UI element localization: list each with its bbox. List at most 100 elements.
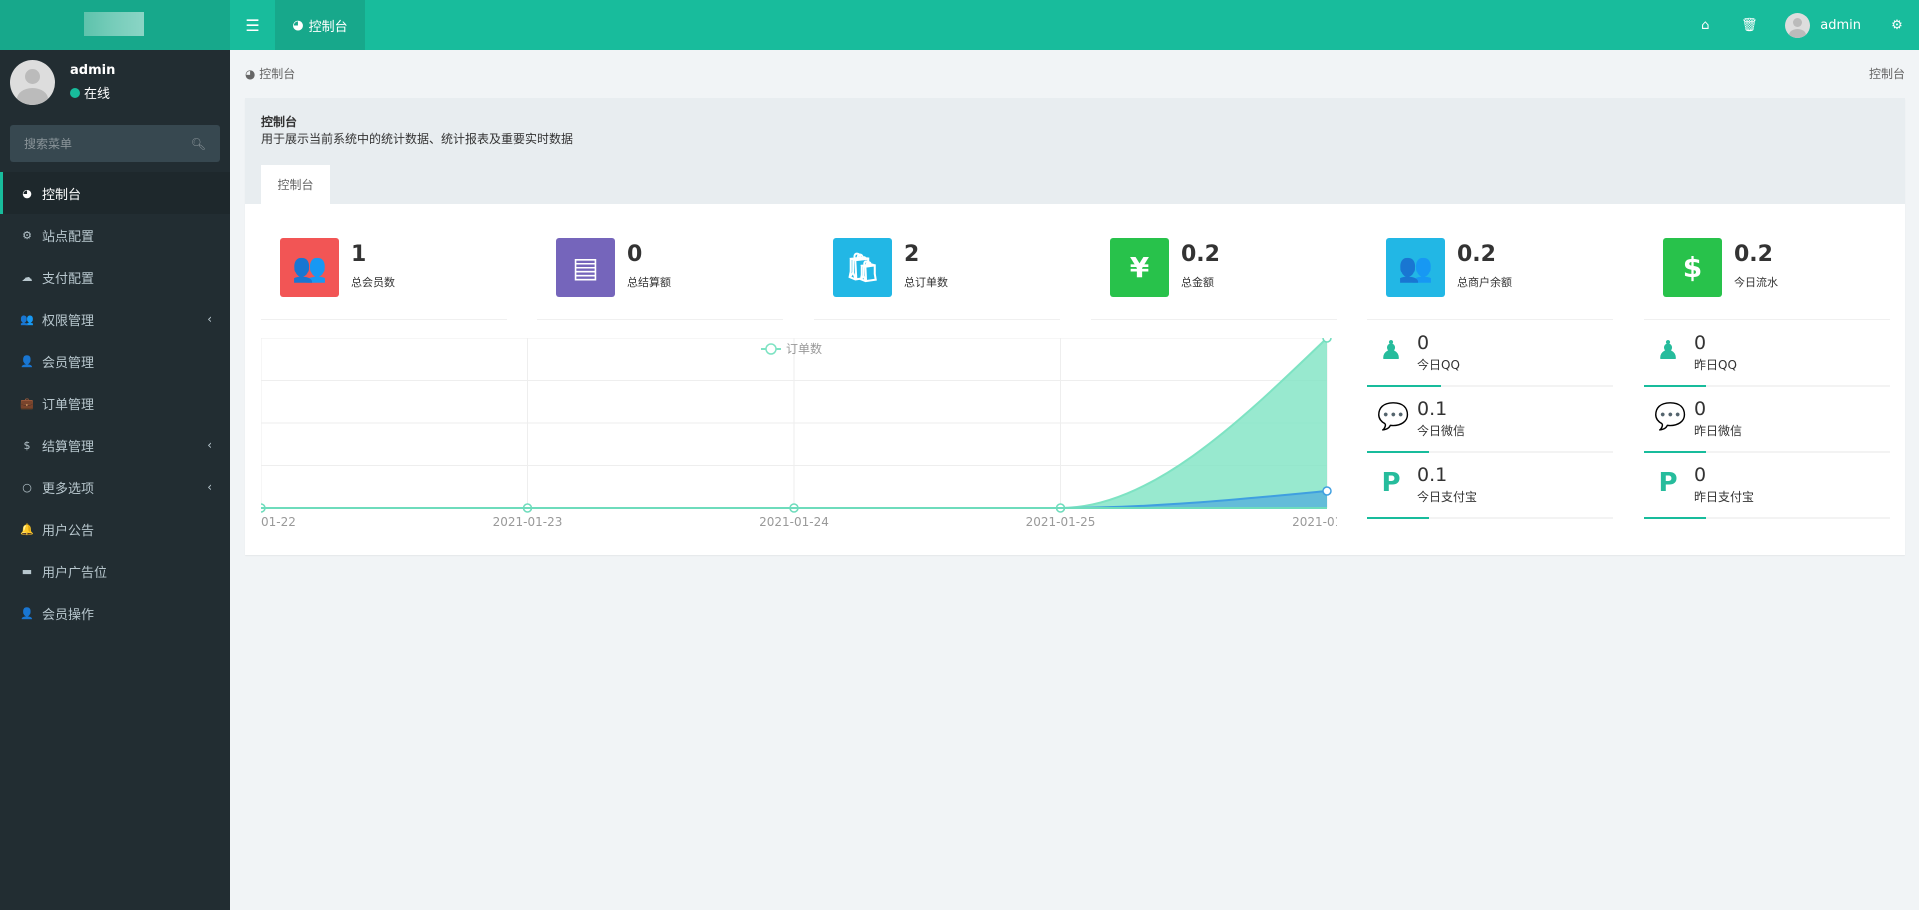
sidebar-toggle-button[interactable]: ☰	[230, 0, 275, 50]
sidebar-item-9[interactable]: ▬ 用户广告位	[0, 550, 230, 592]
mini-stat-label: 昨日支付宝	[1694, 490, 1755, 504]
archive-icon: ▬	[21, 564, 33, 578]
stat-value: 0	[627, 242, 643, 267]
tab-dashboard[interactable]: ◕ 控制台	[275, 0, 365, 50]
x-tick-label: 2021-01-26	[1292, 515, 1337, 529]
mini-stat: ♟ 0 昨日QQ	[1644, 332, 1890, 387]
settings-button[interactable]: ⚙	[1875, 18, 1919, 33]
home-icon: ⌂	[1701, 17, 1710, 33]
tab-dashboard[interactable]: 控制台	[261, 165, 330, 204]
stat-value: 2	[904, 242, 920, 267]
stat-label: 总订单数	[904, 276, 948, 289]
mini-stat: P 0 昨日支付宝	[1644, 453, 1890, 519]
stat-label: 总商户余额	[1457, 276, 1512, 289]
mini-stat-label: 昨日QQ	[1694, 358, 1737, 372]
users-icon: 👥	[20, 312, 34, 326]
dollar-icon: $	[1663, 238, 1722, 297]
sidebar-item-10[interactable]: 👤 会员操作	[0, 592, 230, 634]
chevron-left-icon: ‹	[207, 438, 212, 452]
dollar-icon: $	[23, 438, 31, 452]
cogs-icon: ⚙	[1891, 17, 1903, 33]
chevron-left-icon: ‹	[207, 480, 212, 494]
stat-box: $0.2 今日流水	[1644, 238, 1890, 320]
top-navbar: ☰ ◕ 控制台 ⌂ 🗑 admin ⚙	[0, 0, 1919, 50]
home-button[interactable]: ⌂	[1683, 18, 1727, 33]
stat-box: 🛍 2 总订单数	[814, 238, 1060, 320]
mini-stat: ♟ 0 今日QQ	[1367, 332, 1613, 387]
shopping-bag-icon: 🛍	[833, 238, 892, 297]
mini-stat-label: 昨日微信	[1694, 424, 1743, 438]
sidebar-item-label: 用户公告	[42, 523, 95, 539]
bars-icon: ☰	[245, 15, 260, 35]
circle-icon: ○	[22, 480, 32, 494]
stat-value: 0.2	[1181, 242, 1220, 267]
sidebar: admin 在线 搜索菜单 🔍︎ ◕ 控制台 ⚙ 站点配置 ☁ 支付配置 👥 权限管理 ‹ 👤 会员管…	[0, 50, 230, 910]
sidebar-item-8[interactable]: 🔔 用户公告	[0, 508, 230, 550]
x-tick-label: 2021-01-25	[1026, 515, 1096, 529]
panel-header: 控制台 用于展示当前系统中的统计数据、统计报表及重要实时数据 控制台	[245, 98, 1905, 204]
sidebar-item-label: 会员管理	[42, 355, 95, 371]
user-status: 在线	[70, 83, 110, 102]
avatar	[10, 60, 55, 105]
tab-label: 控制台	[308, 19, 348, 35]
mini-stat-label: 今日支付宝	[1417, 490, 1478, 504]
briefcase-icon: 💼	[20, 396, 34, 410]
sidebar-item-label: 支付配置	[42, 271, 95, 287]
mini-stat: 💬 0.1 今日微信	[1367, 387, 1613, 453]
stat-box: 👥 0.2 总商户余额	[1367, 238, 1613, 320]
menu-search-input[interactable]: 搜索菜单 🔍︎	[10, 125, 220, 162]
mini-stat-value: 0	[1694, 332, 1707, 354]
x-tick-label: 2021-01-23	[493, 515, 563, 529]
wechat-icon: 💬	[1654, 402, 1687, 432]
panel-title: 控制台	[261, 115, 298, 129]
mini-stat-value: 0.1	[1417, 464, 1448, 486]
sidebar-item-4[interactable]: 👤 会员管理	[0, 340, 230, 382]
stat-label: 总金额	[1181, 276, 1214, 289]
mini-stat-label: 今日微信	[1417, 424, 1466, 438]
yen-icon: ¥	[1110, 238, 1169, 297]
logo[interactable]	[0, 0, 230, 50]
stat-box: 👥 1 总会员数	[261, 238, 507, 320]
qq-icon: ♟	[1379, 336, 1403, 366]
paypal-icon: P	[1381, 468, 1401, 498]
sidebar-item-3[interactable]: 👥 权限管理 ‹	[0, 298, 230, 340]
search-icon[interactable]: 🔍︎	[191, 137, 206, 151]
panel-description: 用于展示当前系统中的统计数据、统计报表及重要实时数据	[261, 132, 574, 146]
sidebar-item-label: 站点配置	[42, 229, 95, 245]
clear-cache-button[interactable]: 🗑	[1727, 18, 1771, 33]
stat-label: 总会员数	[351, 276, 395, 289]
mini-stat: P 0.1 今日支付宝	[1367, 453, 1613, 519]
data-point	[1322, 486, 1332, 496]
user-name: admin	[1820, 17, 1861, 33]
sidebar-item-0[interactable]: ◕ 控制台	[0, 172, 230, 214]
progress-bar	[1644, 517, 1890, 519]
sidebar-item-6[interactable]: $ 结算管理 ‹	[0, 424, 230, 466]
logo-image	[84, 12, 144, 36]
legend-marker	[765, 343, 777, 355]
sidebar-menu: ◕ 控制台 ⚙ 站点配置 ☁ 支付配置 👥 权限管理 ‹ 👤 会员管理 💼 订单管理 $ 结算管理 ‹ ○ 更多选…	[0, 172, 230, 634]
cloud-icon: ☁	[21, 270, 33, 284]
stat-value: 1	[351, 242, 367, 267]
user-menu[interactable]: admin	[1771, 12, 1875, 38]
sidebar-item-7[interactable]: ○ 更多选项 ‹	[0, 466, 230, 508]
mini-stat-label: 今日QQ	[1417, 358, 1460, 372]
breadcrumb-item[interactable]: 控制台	[259, 67, 295, 81]
dashboard-panel: 控制台 用于展示当前系统中的统计数据、统计报表及重要实时数据 控制台 👥 1 总会员…	[245, 98, 1905, 555]
mini-stat: 💬 0 昨日微信	[1644, 387, 1890, 453]
user-secret-icon: 👤	[20, 606, 34, 620]
mini-stat-value: 0	[1417, 332, 1430, 354]
users-icon: 👥	[280, 238, 339, 297]
search-placeholder: 搜索菜单	[24, 137, 73, 151]
user-name: admin	[70, 63, 116, 78]
sidebar-item-2[interactable]: ☁ 支付配置	[0, 256, 230, 298]
mini-stat-value: 0	[1694, 464, 1707, 486]
sidebar-item-5[interactable]: 💼 订单管理	[0, 382, 230, 424]
sidebar-item-label: 控制台	[42, 187, 82, 203]
dashboard-icon: ◕	[245, 67, 260, 81]
sidebar-item-1[interactable]: ⚙ 站点配置	[0, 214, 230, 256]
orders-chart: 2021-01-22 2021-01-23 2021-01-24 2021-01-25…	[261, 338, 1337, 538]
stat-box: ¥0.2 总金额	[1091, 238, 1337, 320]
sidebar-item-label: 更多选项	[42, 481, 95, 497]
status-text: 在线	[84, 87, 111, 102]
progress-bar	[1367, 517, 1613, 519]
